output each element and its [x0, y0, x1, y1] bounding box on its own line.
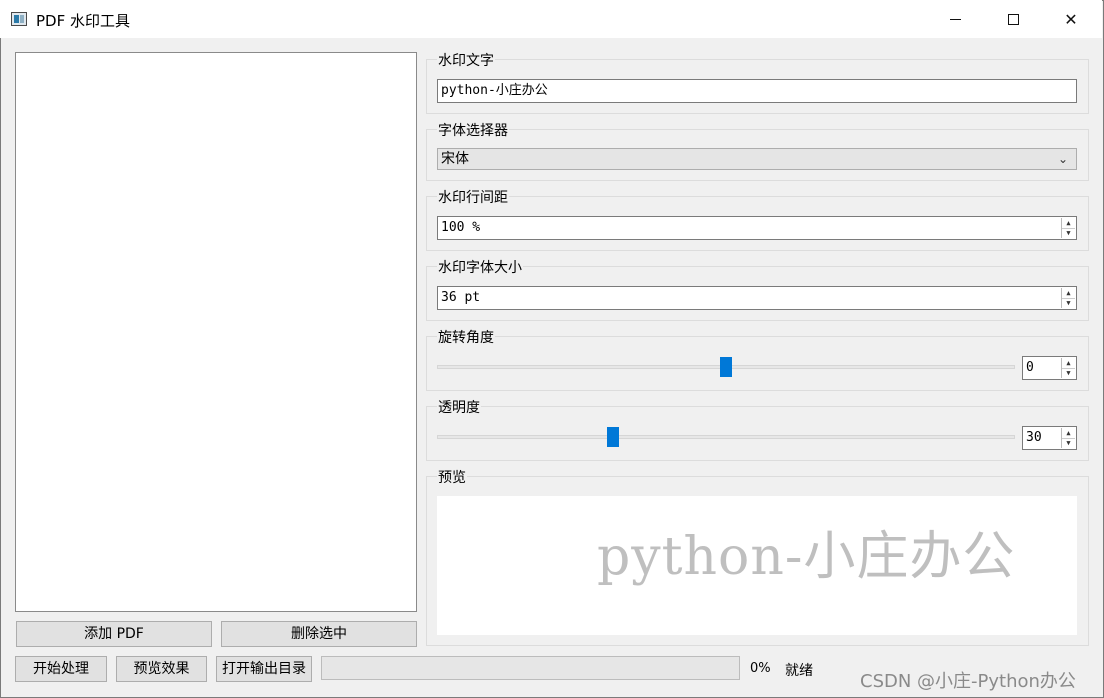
line-spacing-spinbox[interactable]: 100 % ▲ ▼	[437, 216, 1077, 240]
status-text: 就绪	[785, 663, 813, 679]
spin-down-icon[interactable]: ▼	[1062, 438, 1075, 448]
rotation-value: 0	[1026, 360, 1034, 375]
close-button[interactable]: ✕	[1042, 0, 1100, 38]
font-selector-label: 字体选择器	[437, 120, 509, 140]
opacity-label: 透明度	[437, 397, 481, 417]
opacity-slider-track[interactable]	[437, 435, 1015, 439]
rotation-slider-handle[interactable]	[720, 357, 732, 377]
font-size-value: 36 pt	[441, 290, 481, 305]
line-spacing-label: 水印行间距	[437, 187, 509, 207]
progress-percent: 0%	[750, 661, 771, 676]
font-combobox-value: 宋体	[441, 151, 469, 167]
spin-down-icon[interactable]: ▼	[1062, 228, 1075, 238]
rotation-stepper[interactable]: ▲ ▼	[1061, 358, 1075, 378]
progress-bar	[321, 656, 740, 680]
close-icon: ✕	[1064, 9, 1078, 29]
window-title: PDF 水印工具	[36, 12, 130, 30]
spin-down-icon[interactable]: ▼	[1062, 368, 1075, 378]
preview-label: 预览	[437, 467, 467, 487]
opacity-slider-handle[interactable]	[606, 427, 619, 447]
minimize-button[interactable]	[926, 0, 984, 38]
opacity-value: 30	[1026, 430, 1042, 445]
csdn-watermark: CSDN @小庄-Python办公	[860, 671, 1076, 692]
maximize-icon	[1007, 13, 1019, 25]
font-size-spinbox[interactable]: 36 pt ▲ ▼	[437, 286, 1077, 310]
maximize-button[interactable]	[984, 0, 1042, 38]
opacity-group	[426, 406, 1089, 461]
font-size-label: 水印字体大小	[437, 257, 523, 277]
app-icon	[11, 12, 27, 26]
title-bar: PDF 水印工具 ✕	[0, 0, 1102, 38]
open-output-dir-button[interactable]: 打开输出目录	[216, 656, 312, 682]
preview-watermark-text: python-小庄办公	[597, 527, 1016, 587]
font-size-stepper[interactable]: ▲ ▼	[1061, 288, 1075, 308]
watermark-text-label: 水印文字	[437, 50, 495, 70]
line-spacing-stepper[interactable]: ▲ ▼	[1061, 218, 1075, 238]
watermark-text-input[interactable]: python-小庄办公	[437, 79, 1077, 103]
preview-effect-button[interactable]: 预览效果	[116, 656, 207, 682]
rotation-group	[426, 336, 1089, 391]
line-spacing-value: 100 %	[441, 220, 481, 235]
pdf-file-list[interactable]	[15, 52, 417, 612]
preview-canvas: python-小庄办公	[437, 496, 1077, 635]
font-combobox[interactable]: 宋体 ⌄	[437, 148, 1077, 170]
opacity-spinbox[interactable]: 30 ▲ ▼	[1022, 426, 1077, 450]
chevron-down-icon: ⌄	[1057, 152, 1068, 166]
delete-selected-button[interactable]: 删除选中	[221, 621, 417, 647]
opacity-stepper[interactable]: ▲ ▼	[1061, 428, 1075, 448]
minimize-icon	[949, 18, 961, 20]
start-processing-button[interactable]: 开始处理	[15, 656, 107, 682]
rotation-spinbox[interactable]: 0 ▲ ▼	[1022, 356, 1077, 380]
rotation-label: 旋转角度	[437, 327, 495, 347]
spin-down-icon[interactable]: ▼	[1062, 298, 1075, 308]
add-pdf-button[interactable]: 添加 PDF	[16, 621, 212, 647]
